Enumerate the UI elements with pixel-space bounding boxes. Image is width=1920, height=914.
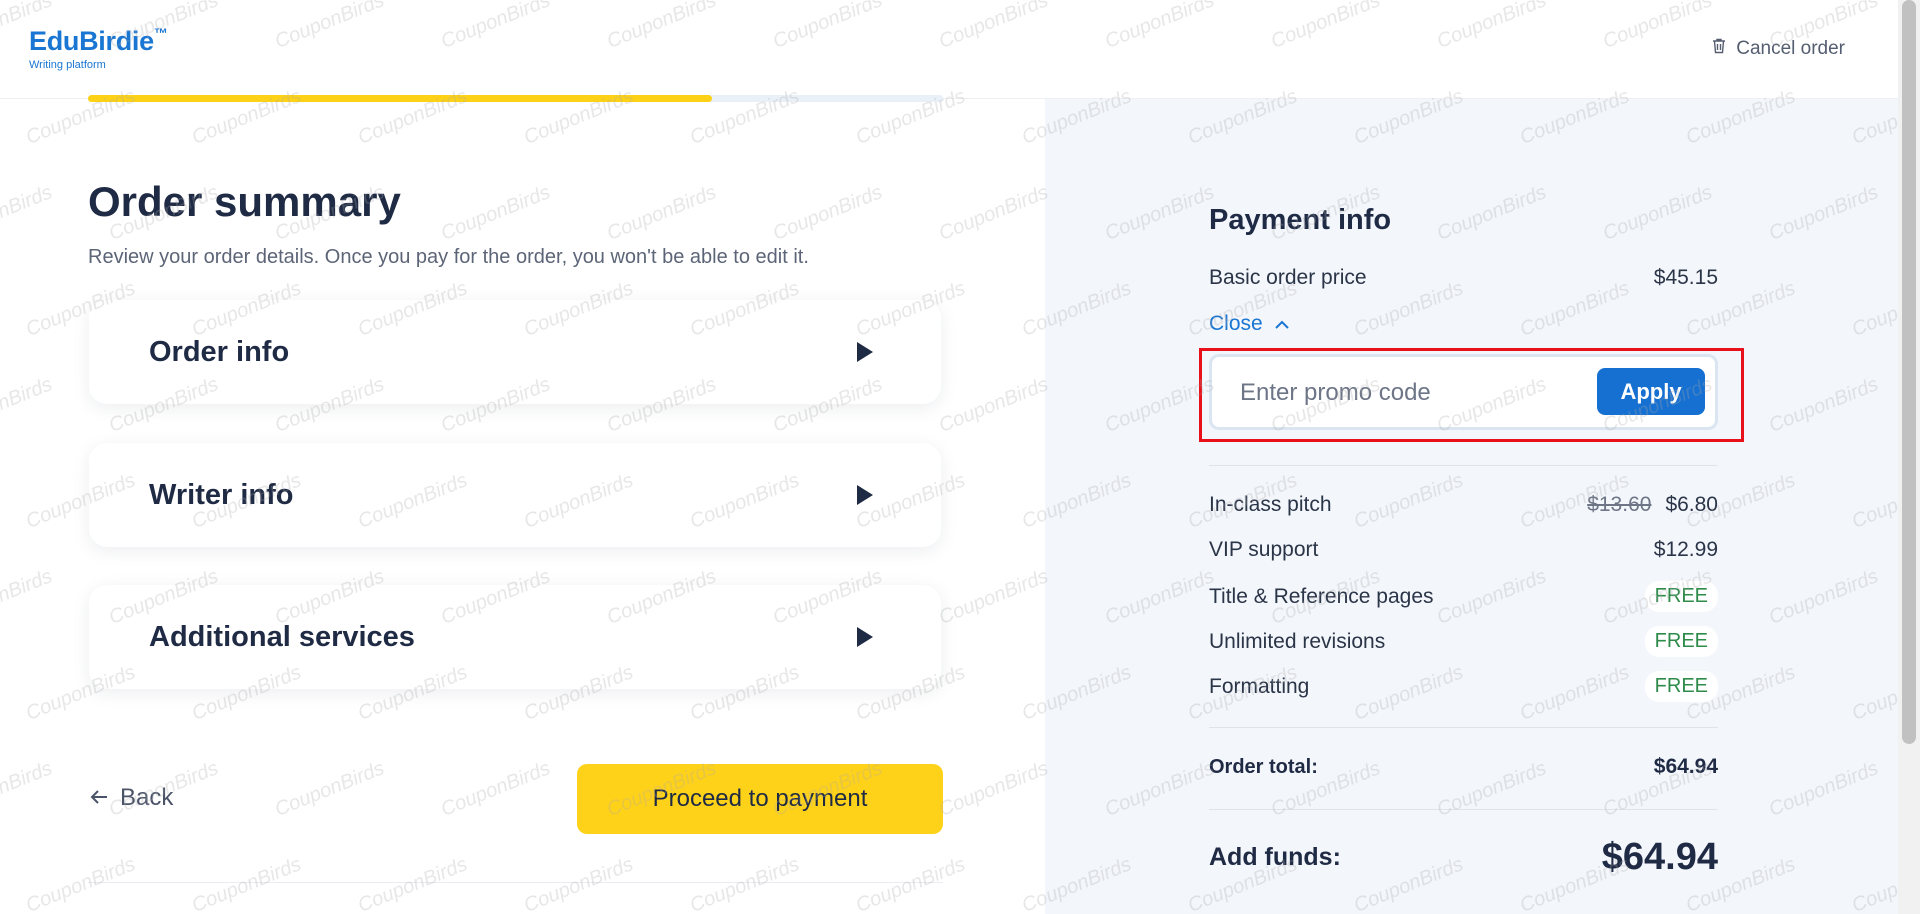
brand-tagline: Writing platform (29, 59, 106, 71)
scrollbar-thumb[interactable] (1902, 0, 1916, 744)
extra-label: VIP support (1209, 538, 1319, 561)
watermark-text: CouponBirds (935, 181, 1052, 245)
add-funds-row: Add funds: $64.94 (1209, 836, 1718, 879)
cancel-order-label: Cancel order (1736, 38, 1845, 59)
extra-label: In-class pitch (1209, 493, 1332, 516)
close-label: Close (1209, 312, 1263, 335)
proceed-to-payment-button[interactable]: Proceed to payment (577, 764, 943, 834)
trash-icon (1712, 38, 1726, 60)
expand-arrow-icon (857, 342, 873, 362)
back-label: Back (120, 784, 174, 811)
expand-arrow-icon (857, 627, 873, 647)
watermark-text: CouponBirds (22, 853, 139, 914)
writer-info-section[interactable]: Writer info (89, 443, 941, 547)
section-label: Order info (149, 335, 290, 368)
extra-value: $6.80 (1665, 493, 1718, 516)
extra-label: Formatting (1209, 674, 1310, 698)
free-badge: FREE (1644, 581, 1718, 612)
section-label: Additional services (149, 620, 415, 653)
watermark-text: CouponBirds (935, 757, 1052, 821)
edubirdie-logo[interactable]: EduBirdie™ Writing platform (29, 25, 168, 71)
add-funds-label: Add funds: (1209, 843, 1341, 871)
watermark-text: CouponBirds (935, 565, 1052, 629)
order-total-value: $64.94 (1653, 755, 1718, 778)
watermark-text: CouponBirds (520, 853, 637, 914)
watermark-text: CouponBirds (0, 181, 56, 245)
brand-mark: ™ (153, 25, 168, 41)
close-promo-toggle[interactable]: Close (1209, 312, 1289, 336)
extra-row-title-reference: Title & Reference pages FREE (1209, 581, 1718, 612)
divider (88, 882, 943, 883)
basic-price-label: Basic order price (1209, 266, 1367, 289)
free-badge: FREE (1644, 671, 1718, 702)
page-scrollbar[interactable] (1898, 0, 1920, 914)
basic-price-row: Basic order price $45.15 (1209, 266, 1718, 290)
order-total-label: Order total: (1209, 755, 1318, 778)
watermark-text: CouponBirds (935, 373, 1052, 437)
divider (1209, 727, 1718, 728)
extra-row-in-class-pitch: In-class pitch $13.60 $6.80 (1209, 493, 1718, 517)
arrow-left-icon (90, 784, 108, 812)
watermark-text: CouponBirds (437, 181, 554, 245)
page-title: Order summary (88, 178, 401, 225)
watermark-text: CouponBirds (0, 757, 56, 821)
promo-code-input[interactable] (1238, 369, 1572, 417)
extra-row-formatting: Formatting FREE (1209, 671, 1718, 702)
watermark-text: CouponBirds (686, 853, 803, 914)
expand-arrow-icon (857, 485, 873, 505)
basic-price-value: $45.15 (1653, 266, 1718, 289)
extra-row-unlimited-revisions: Unlimited revisions FREE (1209, 626, 1718, 657)
extra-label: Title & Reference pages (1209, 584, 1434, 608)
apply-promo-button[interactable]: Apply (1597, 368, 1705, 415)
watermark-text: CouponBirds (852, 853, 969, 914)
watermark-text: CouponBirds (354, 853, 471, 914)
add-funds-value: $64.94 (1601, 836, 1718, 878)
page-subtitle: Review your order details. Once you pay … (88, 246, 809, 268)
section-label: Writer info (149, 478, 294, 511)
watermark-text: CouponBirds (603, 181, 720, 245)
order-total-row: Order total: $64.94 (1209, 755, 1718, 779)
chevron-up-icon (1274, 312, 1289, 336)
watermark-text: CouponBirds (0, 373, 56, 437)
watermark-text: CouponBirds (271, 757, 388, 821)
extra-row-vip-support: VIP support $12.99 (1209, 538, 1718, 562)
back-button[interactable]: Back (90, 784, 173, 812)
divider (1209, 465, 1718, 466)
free-badge: FREE (1644, 626, 1718, 657)
order-progress-fill (88, 95, 713, 102)
extra-label: Unlimited revisions (1209, 629, 1386, 653)
watermark-text: CouponBirds (0, 565, 56, 629)
order-progress-bar (88, 95, 943, 102)
brand-name: EduBirdie (29, 26, 154, 56)
order-info-section[interactable]: Order info (89, 300, 941, 404)
payment-info-title: Payment info (1209, 204, 1392, 236)
extra-value: $12.99 (1653, 538, 1718, 561)
top-header: EduBirdie™ Writing platform Cancel order (0, 0, 1898, 99)
original-price: $13.60 (1587, 493, 1652, 516)
watermark-text: CouponBirds (188, 853, 305, 914)
watermark-text: CouponBirds (437, 757, 554, 821)
cancel-order-button[interactable]: Cancel order (1712, 38, 1845, 60)
promo-code-box: Apply (1209, 354, 1718, 430)
additional-services-section[interactable]: Additional services (89, 585, 941, 689)
watermark-text: CouponBirds (769, 181, 886, 245)
divider (1209, 809, 1718, 810)
